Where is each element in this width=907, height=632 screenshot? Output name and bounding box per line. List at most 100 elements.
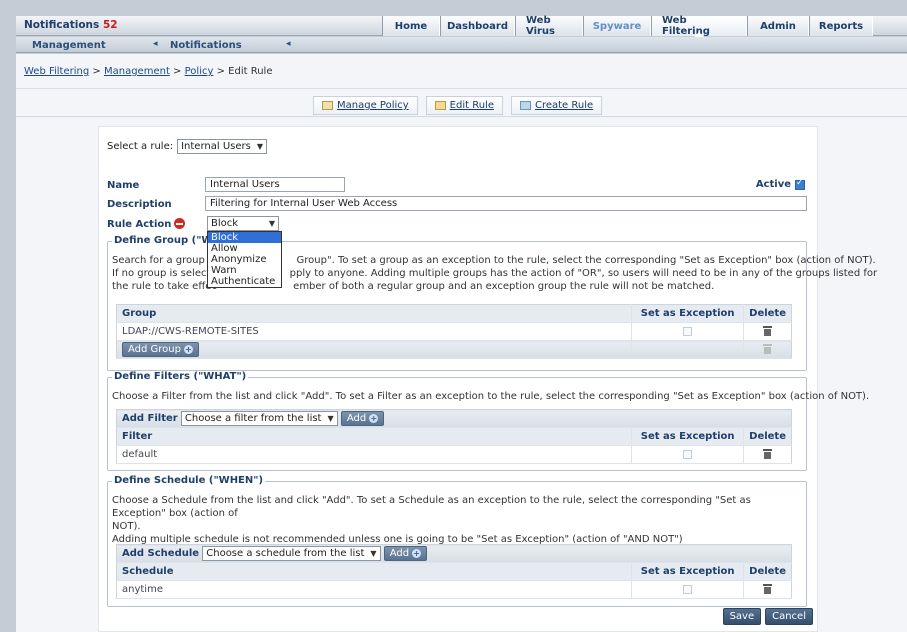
plus-icon: + <box>183 345 193 354</box>
list-icon <box>322 101 333 110</box>
filter-select[interactable]: Choose a filter from the list ▼ <box>180 411 338 426</box>
app-window: Notifications 52 Home Dashboard Web Viru… <box>0 0 907 632</box>
exception-cell <box>631 445 744 464</box>
active-checkbox[interactable] <box>795 178 805 190</box>
add-group-row: Add Group + <box>116 340 792 359</box>
trash-icon[interactable] <box>763 326 773 336</box>
breadcrumb-web-filtering[interactable]: Web Filtering <box>24 66 89 77</box>
notifications-count: 52 <box>102 19 118 31</box>
top-nav-bar: Notifications 52 Home Dashboard Web Viru… <box>16 15 907 37</box>
add-schedule-button[interactable]: Add + <box>383 546 428 561</box>
filter-table: Add Filter Choose a filter from the list… <box>116 409 792 464</box>
save-button[interactable]: Save <box>722 608 762 625</box>
subnav-notifications[interactable]: Notifications <box>170 40 242 51</box>
manage-policy-button[interactable]: Manage Policy <box>313 96 418 115</box>
add-filter-button[interactable]: Add + <box>340 411 385 426</box>
empty-cell <box>631 340 744 359</box>
description-field[interactable]: Filtering for Internal User Web Access <box>205 196 807 211</box>
desc-line: Choose a Schedule from the list and clic… <box>112 495 751 519</box>
divider <box>16 116 907 117</box>
breadcrumb-separator: > <box>92 66 101 77</box>
edit-rule-button[interactable]: Edit Rule <box>425 96 503 115</box>
delete-cell <box>743 445 792 464</box>
add-filter-button-label: Add <box>346 413 367 424</box>
form-buttons: Save Cancel <box>722 608 813 625</box>
tab-web-filtering[interactable]: Web Filtering <box>651 15 747 37</box>
trash-icon[interactable] <box>763 449 773 459</box>
notifications-indicator[interactable]: Notifications 52 <box>24 19 118 31</box>
filter-name: default <box>116 445 632 464</box>
set-as-exception-checkbox[interactable] <box>683 326 693 336</box>
rule-action-label: Rule Action <box>107 218 186 230</box>
option-warn[interactable]: Warn <box>208 265 281 276</box>
block-icon <box>174 218 186 229</box>
option-allow[interactable]: Allow <box>208 243 281 254</box>
select-rule-dropdown[interactable]: Internal Users ▼ <box>177 139 267 154</box>
tab-web-virus[interactable]: Web Virus <box>515 15 583 37</box>
set-as-exception-checkbox[interactable] <box>683 449 693 459</box>
desc-line: NOT). <box>112 521 141 532</box>
manage-policy-label: Manage Policy <box>337 100 409 111</box>
name-field[interactable]: Internal Users <box>205 177 345 192</box>
active-toggle: Active <box>755 178 805 190</box>
delete-cell <box>743 580 792 599</box>
table-header: Group Set as Exception Delete <box>116 304 792 323</box>
delete-cell <box>743 340 792 359</box>
tab-dashboard[interactable]: Dashboard <box>440 16 515 36</box>
breadcrumb-current: Edit Rule <box>228 66 273 77</box>
breadcrumb-policy[interactable]: Policy <box>185 66 214 77</box>
subnav-arrow-icon[interactable]: ◂ <box>286 39 291 49</box>
create-icon <box>519 101 531 110</box>
active-label: Active <box>755 179 791 190</box>
filter-select-value: Choose a filter from the list <box>184 413 322 424</box>
subnav-management[interactable]: Management <box>32 40 106 51</box>
main-content: Web Filtering > Management > Policy > Ed… <box>16 54 907 632</box>
subnav-arrow-icon[interactable]: ◂ <box>153 39 158 49</box>
edit-rule-panel: Select a rule: Internal Users ▼ Name Int… <box>98 126 877 632</box>
option-authenticate[interactable]: Authenticate <box>208 276 281 287</box>
rule-actions-bar: Manage Policy Edit Rule Create Rule <box>313 96 603 115</box>
breadcrumb: Web Filtering > Management > Policy > Ed… <box>24 66 272 77</box>
trash-icon[interactable] <box>763 584 773 594</box>
rule-action-dropdown: Block Allow Anonymize Warn Authenticate <box>207 231 282 288</box>
col-set-as-exception: Set as Exception <box>631 427 744 446</box>
tab-spyware[interactable]: Spyware <box>583 16 651 36</box>
exception-cell <box>631 580 744 599</box>
define-filters-description: Choose a Filter from the list and click … <box>112 391 870 402</box>
add-group-button[interactable]: Add Group + <box>122 342 199 357</box>
table-row: LDAP://CWS-REMOTE-SITES <box>116 322 792 341</box>
add-group-label: Add Group <box>128 344 181 355</box>
define-filters-legend: Define Filters ("WHAT") <box>112 371 249 382</box>
plus-icon: + <box>369 414 379 423</box>
rule-action-value: Block <box>211 218 239 229</box>
chevron-down-icon: ▼ <box>256 142 263 151</box>
set-as-exception-checkbox[interactable] <box>683 584 693 594</box>
delete-cell <box>743 322 792 341</box>
add-filter-cell: Add Filter Choose a filter from the list… <box>116 409 792 428</box>
create-rule-label: Create Rule <box>534 100 594 111</box>
option-block[interactable]: Block <box>208 232 281 243</box>
tab-reports[interactable]: Reports <box>809 16 873 36</box>
cancel-button[interactable]: Cancel <box>765 608 813 625</box>
add-schedule-row: Add Schedule Choose a schedule from the … <box>116 544 792 563</box>
option-anonymize[interactable]: Anonymize <box>208 254 281 265</box>
schedule-select[interactable]: Choose a schedule from the list ▼ <box>202 546 381 561</box>
col-schedule: Schedule <box>116 562 632 581</box>
breadcrumb-management[interactable]: Management <box>104 66 170 77</box>
col-filter: Filter <box>116 427 632 446</box>
rule-action-text: Rule Action <box>107 219 172 230</box>
plus-icon: + <box>412 549 422 558</box>
create-rule-button[interactable]: Create Rule <box>510 96 603 115</box>
tab-admin[interactable]: Admin <box>747 16 809 36</box>
rule-action-select[interactable]: Block ▼ <box>207 216 279 231</box>
main-tabs: Home Dashboard Web Virus Spyware Web Fil… <box>382 15 873 37</box>
notifications-label: Notifications <box>24 19 100 31</box>
col-delete: Delete <box>743 304 792 323</box>
schedule-table: Add Schedule Choose a schedule from the … <box>116 544 792 599</box>
breadcrumb-separator: > <box>216 66 225 77</box>
group-name: LDAP://CWS-REMOTE-SITES <box>116 322 632 341</box>
tab-home[interactable]: Home <box>382 16 440 36</box>
add-filter-label: Add Filter <box>122 413 178 424</box>
select-rule-label: Select a rule: <box>107 141 174 152</box>
add-group-cell: Add Group + <box>116 340 632 359</box>
